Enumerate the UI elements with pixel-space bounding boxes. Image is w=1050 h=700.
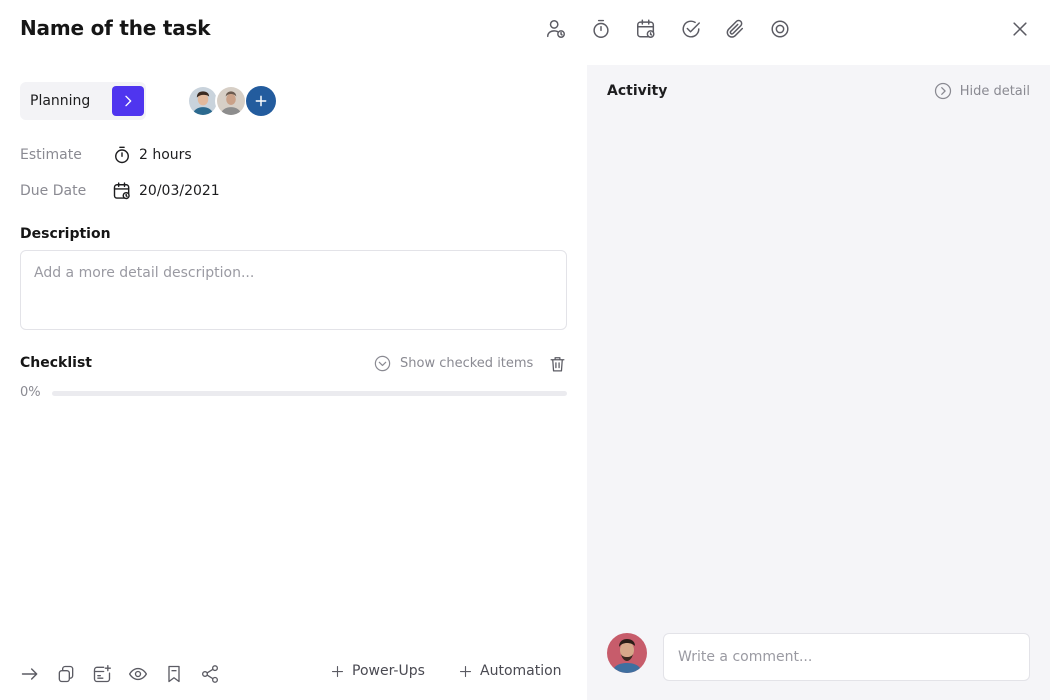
bottom-toolbar: Power-Ups Automation <box>0 650 587 698</box>
plus-icon <box>459 665 472 677</box>
check-circle-icon[interactable] <box>679 17 703 41</box>
task-title[interactable]: Name of the task <box>20 16 211 40</box>
task-header: Name of the task <box>0 0 1050 62</box>
avatar <box>607 633 647 673</box>
checklist-progress-bar <box>52 391 567 396</box>
plus-icon <box>331 665 344 677</box>
description-title: Description <box>20 226 111 242</box>
comment-input[interactable] <box>663 633 1030 681</box>
copy-icon[interactable] <box>55 663 77 685</box>
close-icon[interactable] <box>1008 17 1032 41</box>
power-ups-button[interactable]: Power-Ups <box>330 663 425 679</box>
next-status-button[interactable] <box>112 86 144 116</box>
checklist-title: Checklist <box>20 355 92 371</box>
chevron-down-circle-icon <box>374 355 391 372</box>
card-add-icon[interactable] <box>91 663 113 685</box>
checklist-progress-text: 0% <box>20 385 41 400</box>
plus-icon <box>255 95 267 107</box>
show-checked-label: Show checked items <box>400 356 534 371</box>
calendar-icon <box>112 181 132 201</box>
timer-icon <box>112 145 132 165</box>
target-icon[interactable] <box>768 17 792 41</box>
activity-panel: Activity Hide detail <box>587 65 1050 700</box>
timer-icon[interactable] <box>589 17 613 41</box>
chevron-right-circle-icon <box>934 82 951 100</box>
share-icon[interactable] <box>199 663 221 685</box>
activity-title: Activity <box>607 83 668 99</box>
bookmark-icon[interactable] <box>163 663 185 685</box>
description-input[interactable] <box>20 250 567 330</box>
due-date-label: Due Date <box>20 183 87 199</box>
assignee-avatars <box>187 85 287 117</box>
estimate-row: Estimate 2 hours <box>20 145 192 165</box>
power-ups-label: Power-Ups <box>352 663 425 679</box>
hide-detail-label: Hide detail <box>959 83 1030 99</box>
chevron-right-icon <box>125 95 132 107</box>
show-checked-items-toggle[interactable]: Show checked items <box>373 354 533 373</box>
eye-icon[interactable] <box>127 663 149 685</box>
status-label: Planning <box>30 93 91 109</box>
hide-detail-button[interactable]: Hide detail <box>933 81 1030 101</box>
automation-label: Automation <box>480 663 562 679</box>
status-selector[interactable]: Planning <box>20 82 146 120</box>
automation-button[interactable]: Automation <box>458 663 562 679</box>
avatar[interactable] <box>215 85 247 117</box>
estimate-value[interactable]: 2 hours <box>139 147 192 163</box>
estimate-label: Estimate <box>20 147 82 163</box>
add-member-button[interactable] <box>246 86 276 116</box>
paperclip-icon[interactable] <box>723 17 747 41</box>
trash-icon[interactable] <box>547 354 567 374</box>
due-date-row: Due Date 20/03/2021 <box>20 181 220 201</box>
due-date-value[interactable]: 20/03/2021 <box>139 183 220 199</box>
arrow-right-icon[interactable] <box>19 663 41 685</box>
assign-user-icon[interactable] <box>544 17 568 41</box>
calendar-icon[interactable] <box>634 17 658 41</box>
